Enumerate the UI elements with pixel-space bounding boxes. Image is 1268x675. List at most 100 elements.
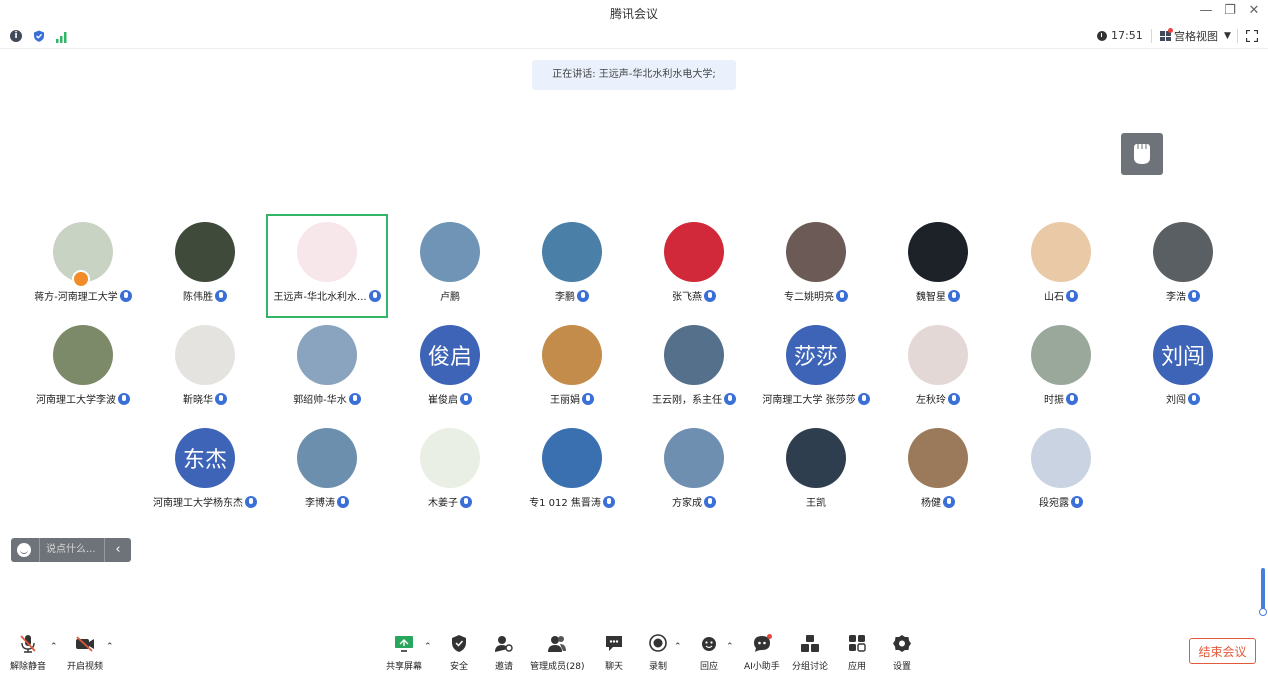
end-meeting-button[interactable]: 结束会议	[1189, 638, 1256, 664]
close-button[interactable]: ✕	[1245, 3, 1263, 18]
shield-icon[interactable]	[33, 30, 45, 42]
participant-tile[interactable]: 山石	[1000, 214, 1122, 318]
participant-tile[interactable]: 卢鹏	[389, 214, 511, 318]
participant-tile[interactable]: 方家成	[633, 420, 755, 524]
participant-tile[interactable]: 专二姚明亮	[755, 214, 877, 318]
breakout-button[interactable]: 分组讨论	[792, 634, 828, 672]
chat-quick-input[interactable]: 说点什么... ‹	[11, 538, 131, 562]
participant-tile[interactable]: 段宛露	[1000, 420, 1122, 524]
restore-button[interactable]: ❐	[1221, 3, 1239, 18]
participant-tile[interactable]: 陈伟胜	[144, 214, 266, 318]
participant-name: 段宛露	[1039, 498, 1069, 509]
scrollbar[interactable]	[1259, 568, 1267, 616]
info-icon[interactable]: i	[10, 30, 22, 42]
participant-name-row: 刘闯	[1122, 391, 1244, 406]
apps-button[interactable]: 应用	[846, 634, 868, 672]
participant-name: 河南理工大学 张莎莎	[762, 395, 856, 406]
avatar	[175, 325, 235, 385]
collapse-chevron-icon[interactable]: ‹	[104, 538, 131, 562]
participant-tile[interactable]: 刘闯 刘闯	[1122, 317, 1244, 421]
participant-name: 蒋方-河南理工大学	[34, 292, 118, 303]
participant-tile[interactable]: 李浩	[1122, 214, 1244, 318]
share-screen-button[interactable]: 共享屏幕	[386, 634, 422, 672]
participant-name-row: 张飞燕	[633, 288, 755, 303]
share-screen-label: 共享屏幕	[386, 662, 423, 672]
audio-options-chevron-icon[interactable]: ⌃	[50, 642, 58, 652]
minimize-button[interactable]: —	[1197, 3, 1215, 18]
chat-input[interactable]: 说点什么...	[39, 538, 110, 562]
participant-tile[interactable]: 李博涛	[266, 420, 388, 524]
participant-name-row: 河南理工大学 张莎莎	[755, 391, 877, 406]
participant-name: 方家成	[672, 498, 702, 509]
participant-tile[interactable]: 东杰 河南理工大学杨东杰	[144, 420, 266, 524]
reaction-icon	[702, 637, 716, 651]
react-button[interactable]: 回应	[698, 634, 720, 672]
share-options-chevron-icon[interactable]: ⌃	[424, 642, 432, 652]
security-label: 安全	[449, 662, 468, 672]
participant-name-row: 卢鹏	[389, 288, 511, 303]
breakout-rooms-icon	[801, 635, 819, 652]
manage-members-button[interactable]: 管理成员(28)	[530, 634, 584, 672]
participant-tile[interactable]: 莎莎 河南理工大学 张莎莎	[755, 317, 877, 421]
participant-tile[interactable]: 俊启 崔俊启	[389, 317, 511, 421]
fullscreen-icon[interactable]	[1246, 30, 1258, 42]
participant-tile[interactable]: 魏智星	[877, 214, 999, 318]
participant-name: 刘闯	[1166, 395, 1186, 406]
divider	[1237, 29, 1238, 43]
mic-active-icon	[118, 392, 130, 405]
participant-name: 时振	[1044, 395, 1064, 406]
participant-tile[interactable]: 河南理工大学李波	[22, 317, 144, 421]
status-bar: i	[0, 24, 1268, 49]
participant-tile[interactable]: 杨健	[877, 420, 999, 524]
avatar: 刘闯	[1153, 325, 1213, 385]
participant-tile[interactable]: 王丽娟	[511, 317, 633, 421]
participant-name-row: 左秋玲	[877, 391, 999, 406]
mic-active-icon	[577, 289, 589, 302]
mic-active-icon	[704, 495, 716, 508]
participant-tile[interactable]: 左秋玲	[877, 317, 999, 421]
participant-tile[interactable]: 靳晓华	[144, 317, 266, 421]
chat-button[interactable]: 聊天	[603, 634, 625, 672]
participant-tile[interactable]: 王凯	[755, 420, 877, 524]
mic-active-icon	[368, 289, 381, 302]
participant-tile[interactable]: 李鹏	[511, 214, 633, 318]
unmute-button[interactable]: 解除静音	[10, 634, 46, 672]
settings-button[interactable]: 设置	[891, 634, 913, 672]
participant-tile[interactable]: 王云刚，系主任	[633, 317, 755, 421]
security-button[interactable]: 安全	[448, 634, 470, 672]
react-options-chevron-icon[interactable]: ⌃	[726, 642, 734, 652]
avatar	[542, 325, 602, 385]
emoji-icon[interactable]	[17, 543, 31, 557]
participant-name-row: 河南理工大学杨东杰	[144, 494, 266, 509]
participant-tile[interactable]: 蒋方-河南理工大学	[22, 214, 144, 318]
view-label: 宫格视图	[1174, 30, 1218, 43]
participant-tile[interactable]: 木姜子	[389, 420, 511, 524]
participant-name-row: 靳晓华	[144, 391, 266, 406]
participant-name-row: 方家成	[633, 494, 755, 509]
chevron-down-icon: ▼	[1224, 31, 1231, 41]
participant-name-row: 李博涛	[266, 494, 388, 509]
ai-assistant-button[interactable]: AI小助手	[744, 634, 780, 672]
mic-active-icon	[348, 392, 361, 405]
avatar	[786, 428, 846, 488]
mic-active-icon	[1066, 392, 1078, 405]
mic-active-icon	[582, 392, 594, 405]
start-video-button[interactable]: 开启视频	[67, 634, 103, 672]
participant-tile[interactable]: 张飞燕	[633, 214, 755, 318]
raise-hand-button[interactable]	[1121, 133, 1163, 175]
record-options-chevron-icon[interactable]: ⌃	[674, 642, 682, 652]
mic-active-icon	[943, 495, 955, 508]
clock-icon	[1097, 30, 1107, 41]
participant-tile[interactable]: 专1 012 焦晋涛	[511, 420, 633, 524]
breakout-label: 分组讨论	[792, 662, 829, 672]
record-button[interactable]: 录制	[647, 634, 669, 672]
participant-tile[interactable]: 郭绍帅-华水	[266, 317, 388, 421]
participant-name: 崔俊启	[428, 395, 458, 406]
video-options-chevron-icon[interactable]: ⌃	[106, 642, 114, 652]
invite-button[interactable]: 邀请	[493, 634, 515, 672]
participant-tile[interactable]: 时振	[1000, 317, 1122, 421]
participant-tile[interactable]: 王远声-华北水利水...	[266, 214, 388, 318]
participant-name: 李博涛	[305, 498, 335, 509]
view-switch-button[interactable]: 宫格视图 ▼	[1160, 28, 1231, 44]
participant-name-row: 王凯	[755, 494, 877, 509]
